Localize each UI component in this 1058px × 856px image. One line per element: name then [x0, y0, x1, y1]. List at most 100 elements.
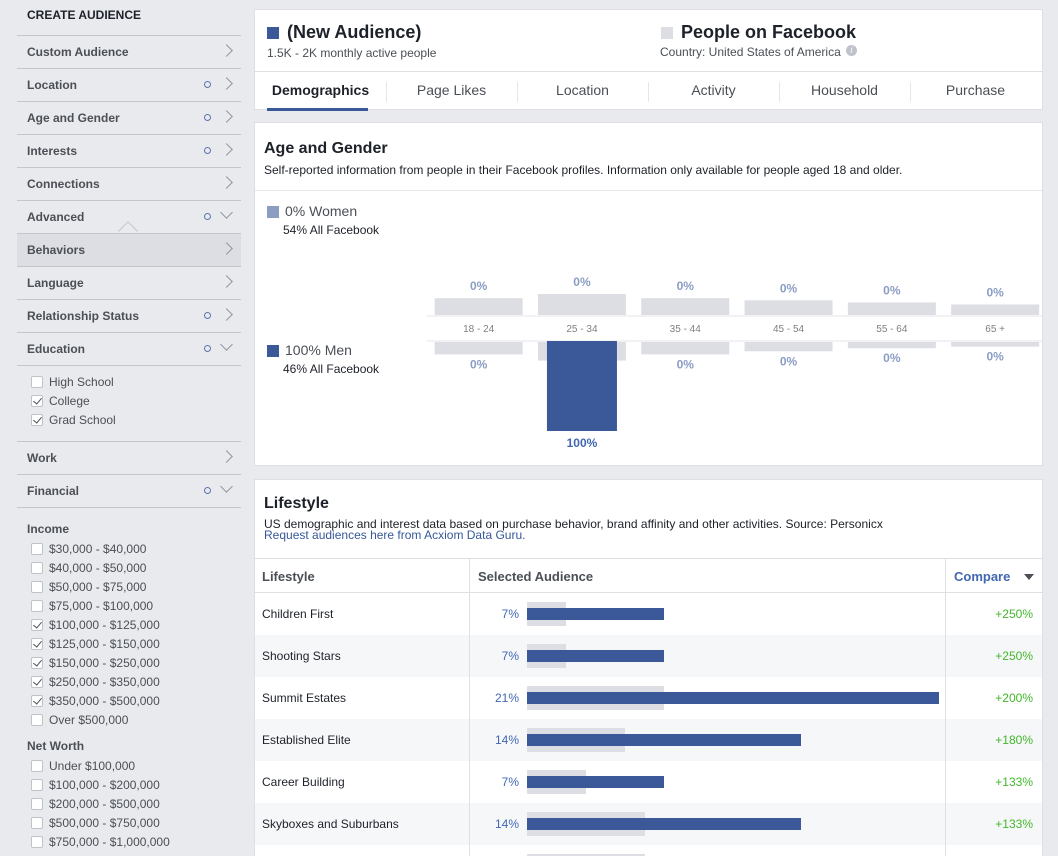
audience-bar: [527, 776, 665, 788]
sidebar-item-label: Behaviors: [27, 243, 86, 257]
sidebar-item-location[interactable]: Location: [17, 68, 241, 101]
age-tick-label: 45 - 54: [773, 324, 805, 335]
sidebar-item-interests[interactable]: Interests: [17, 134, 241, 167]
table-row: Shooting Stars 7% +250%: [255, 635, 1042, 677]
sidebar-item-education[interactable]: Education: [17, 332, 241, 365]
audience-size: 1.5K - 2K monthly active people: [267, 46, 437, 60]
lifestyle-panel: Lifestyle US demographic and interest da…: [254, 479, 1043, 856]
lifestyle-name: Skyboxes and Suburbans: [262, 817, 399, 831]
audience-percent: 7%: [501, 775, 519, 789]
table-row: Career Building 7% +133%: [255, 761, 1042, 803]
tab-household[interactable]: Household: [779, 72, 910, 111]
men-facebook-bar: [641, 342, 730, 355]
sidebar-item-custom-audience[interactable]: Custom Audience: [17, 35, 241, 68]
sidebar-item-label: Work: [27, 451, 57, 465]
checkbox[interactable]: [31, 695, 43, 707]
age-tick-label: 25 - 34: [566, 324, 598, 335]
tab-page-likes[interactable]: Page Likes: [386, 72, 517, 111]
tab-activity[interactable]: Activity: [648, 72, 779, 111]
checkbox[interactable]: [31, 543, 43, 555]
chevron-down-icon: [220, 206, 233, 219]
column-divider: [469, 558, 470, 856]
tab-demographics[interactable]: Demographics: [255, 72, 386, 111]
checkbox[interactable]: [31, 581, 43, 593]
checkbox[interactable]: [31, 562, 43, 574]
compare-dropdown[interactable]: Compare: [945, 558, 1042, 593]
age-axis-band: [427, 316, 1042, 341]
education-options: High School College Grad School: [17, 365, 241, 441]
audience-percent: 14%: [494, 817, 519, 831]
income-group-label: Income: [27, 522, 70, 536]
compare-label: Compare: [954, 569, 1011, 584]
checkbox[interactable]: [31, 376, 43, 388]
chevron-right-icon: [220, 44, 233, 57]
women-facebook-bar: [951, 304, 1040, 315]
lifestyle-name: Shooting Stars: [262, 649, 341, 663]
sidebar-item-language[interactable]: Language: [17, 266, 241, 299]
sidebar-item-advanced[interactable]: Advanced: [17, 200, 241, 241]
audience-header: (New Audience) 1.5K - 2K monthly active …: [254, 9, 1043, 111]
sidebar-item-connections[interactable]: Connections: [17, 167, 241, 200]
sidebar-item-age-and-gender[interactable]: Age and Gender: [17, 101, 241, 134]
active-filter-dot-icon: [204, 312, 211, 319]
chevron-right-icon: [220, 450, 233, 463]
compare-value: +133%: [995, 817, 1033, 831]
age-tick-label: 55 - 64: [876, 324, 908, 335]
checkbox-label: $250,000 - $350,000: [49, 675, 160, 689]
checkbox[interactable]: [31, 619, 43, 631]
age-tick-label: 18 - 24: [463, 324, 495, 335]
compare-value: +133%: [995, 775, 1033, 789]
checkbox[interactable]: [31, 798, 43, 810]
checkbox[interactable]: [31, 836, 43, 848]
tab-purchase[interactable]: Purchase: [910, 72, 1041, 111]
women-value-label: 0%: [573, 275, 591, 289]
sidebar-item-label: Education: [27, 342, 86, 356]
women-facebook-bar: [744, 300, 833, 315]
men-audience-bar: [546, 341, 617, 431]
checkbox[interactable]: [31, 676, 43, 688]
checkbox-label: $50,000 - $75,000: [49, 580, 147, 594]
checkbox[interactable]: [31, 414, 43, 426]
men-facebook-bar: [951, 342, 1040, 347]
info-icon[interactable]: i: [846, 45, 857, 56]
compare-value: +250%: [995, 649, 1033, 663]
tab-separator: [386, 82, 387, 102]
tab-location[interactable]: Location: [517, 72, 648, 111]
active-filter-dot-icon: [204, 213, 211, 220]
sidebar-item-financial[interactable]: Financial: [17, 474, 241, 507]
men-value-label: 0%: [677, 357, 695, 371]
checkbox-label: High School: [49, 375, 114, 389]
facebook-color-swatch: [661, 27, 673, 39]
checkbox[interactable]: [31, 714, 43, 726]
chevron-right-icon: [220, 275, 233, 288]
sidebar-item-work[interactable]: Work: [17, 441, 241, 474]
lifestyle-name: Established Elite: [262, 733, 351, 747]
sidebar-item-label: Connections: [27, 177, 100, 191]
checkbox[interactable]: [31, 638, 43, 650]
table-row: Children First 7% +250%: [255, 593, 1042, 635]
women-facebook-bar: [641, 298, 730, 315]
audience-bar: [527, 734, 802, 746]
lifestyle-title: Lifestyle: [264, 495, 329, 512]
sidebar-item-label: Custom Audience: [27, 45, 129, 59]
age-gender-panel: Age and Gender Self-reported information…: [254, 122, 1043, 466]
checkbox[interactable]: [31, 657, 43, 669]
checkbox[interactable]: [31, 395, 43, 407]
audience-bar: [527, 818, 802, 830]
checkbox[interactable]: [31, 817, 43, 829]
sidebar-item-relationship-status[interactable]: Relationship Status: [17, 299, 241, 332]
checkbox[interactable]: [31, 760, 43, 772]
men-facebook-bar: [434, 342, 523, 355]
checkbox[interactable]: [31, 600, 43, 612]
sidebar-item-label: Advanced: [27, 210, 85, 224]
net-worth-group-label: Net Worth: [27, 739, 85, 753]
sidebar-item-label: Language: [27, 276, 84, 290]
checkbox-label: $100,000 - $200,000: [49, 778, 160, 792]
sidebar-item-behaviors[interactable]: Behaviors: [17, 233, 241, 266]
checkbox-label: Over $500,000: [49, 713, 129, 727]
column-header-lifestyle: Lifestyle: [255, 558, 469, 593]
acxiom-link[interactable]: Request audiences here from Acxiom Data …: [264, 528, 525, 542]
checkbox[interactable]: [31, 779, 43, 791]
compare-value: +180%: [995, 733, 1033, 747]
women-facebook-bar: [847, 302, 936, 315]
